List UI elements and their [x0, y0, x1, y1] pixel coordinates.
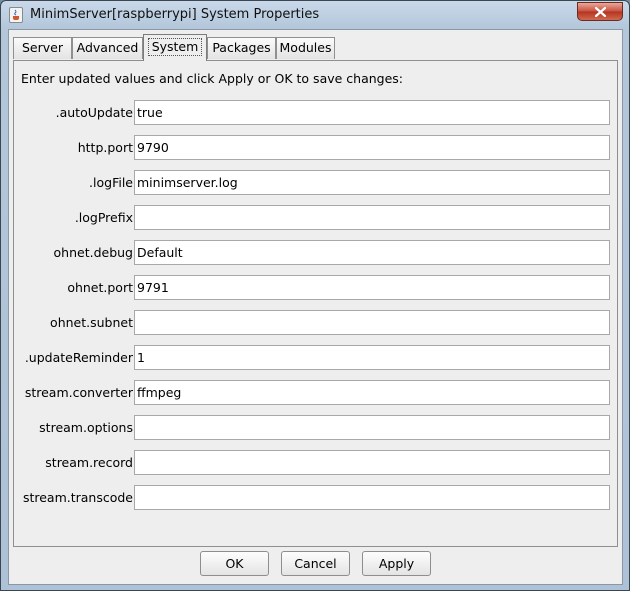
- ohnet-port-field[interactable]: [134, 275, 610, 300]
- tab-label: Packages: [212, 40, 271, 55]
- field-row-logprefix: .logPrefix: [14, 205, 617, 230]
- window-title: MinimServer[raspberrypi] System Properti…: [30, 7, 320, 22]
- autoupdate-field[interactable]: [134, 100, 610, 125]
- field-label: ohnet.subnet: [50, 315, 133, 330]
- tab-label: Server: [22, 40, 63, 55]
- field-row-ohnet-port: ohnet.port: [14, 275, 617, 300]
- field-row-http-port: http.port: [14, 135, 617, 160]
- tab-label: Modules: [279, 40, 332, 55]
- field-row-ohnet-debug: ohnet.debug: [14, 240, 617, 265]
- cancel-button[interactable]: Cancel: [281, 551, 350, 576]
- field-row-stream-options: stream.options: [14, 415, 617, 440]
- field-label: .autoUpdate: [55, 105, 133, 120]
- tab-label: Advanced: [76, 40, 139, 55]
- close-icon: [595, 7, 606, 17]
- system-panel: Enter updated values and click Apply or …: [13, 60, 618, 547]
- update-reminder-field[interactable]: [134, 345, 610, 370]
- field-row-ohnet-subnet: ohnet.subnet: [14, 310, 617, 335]
- field-label: stream.record: [45, 455, 133, 470]
- tab-modules[interactable]: Modules: [276, 37, 335, 59]
- http-port-field[interactable]: [134, 135, 610, 160]
- ohnet-subnet-field[interactable]: [134, 310, 610, 335]
- field-label: stream.options: [39, 420, 133, 435]
- logfile-field[interactable]: [134, 170, 610, 195]
- field-row-stream-converter: stream.converter: [14, 380, 617, 405]
- stream-record-field[interactable]: [134, 450, 610, 475]
- field-row-update-reminder: .updateReminder: [14, 345, 617, 370]
- ok-button[interactable]: OK: [200, 551, 269, 576]
- title-bar[interactable]: MinimServer[raspberrypi] System Properti…: [1, 1, 629, 29]
- instructions-text: Enter updated values and click Apply or …: [21, 71, 404, 86]
- field-label: stream.transcode: [22, 490, 133, 505]
- field-row-stream-record: stream.record: [14, 450, 617, 475]
- button-bar: OK Cancel Apply: [9, 550, 622, 580]
- ohnet-debug-field[interactable]: [134, 240, 610, 265]
- tab-server[interactable]: Server: [13, 37, 72, 59]
- field-label: http.port: [77, 140, 133, 155]
- tab-advanced[interactable]: Advanced: [72, 37, 143, 59]
- apply-button[interactable]: Apply: [362, 551, 431, 576]
- stream-transcode-field[interactable]: [134, 485, 610, 510]
- properties-dialog: MinimServer[raspberrypi] System Properti…: [0, 0, 630, 591]
- java-cup-icon: [9, 7, 23, 23]
- field-label: .updateReminder: [24, 350, 133, 365]
- field-row-stream-transcode: stream.transcode: [14, 485, 617, 510]
- tab-label: System: [147, 38, 203, 56]
- field-label: ohnet.port: [67, 280, 133, 295]
- dialog-body: Server Advanced System Packages Modules …: [8, 29, 623, 585]
- stream-converter-field[interactable]: [134, 380, 610, 405]
- field-row-autoupdate: .autoUpdate: [14, 100, 617, 125]
- tab-packages[interactable]: Packages: [207, 37, 276, 59]
- field-label: .logPrefix: [74, 210, 133, 225]
- close-button[interactable]: [577, 2, 623, 21]
- field-label: .logFile: [89, 175, 133, 190]
- stream-options-field[interactable]: [134, 415, 610, 440]
- logprefix-field[interactable]: [134, 205, 610, 230]
- tab-bar: Server Advanced System Packages Modules: [13, 34, 618, 61]
- field-label: stream.converter: [24, 385, 133, 400]
- field-label: ohnet.debug: [53, 245, 133, 260]
- tab-system[interactable]: System: [143, 34, 207, 61]
- field-row-logfile: .logFile: [14, 170, 617, 195]
